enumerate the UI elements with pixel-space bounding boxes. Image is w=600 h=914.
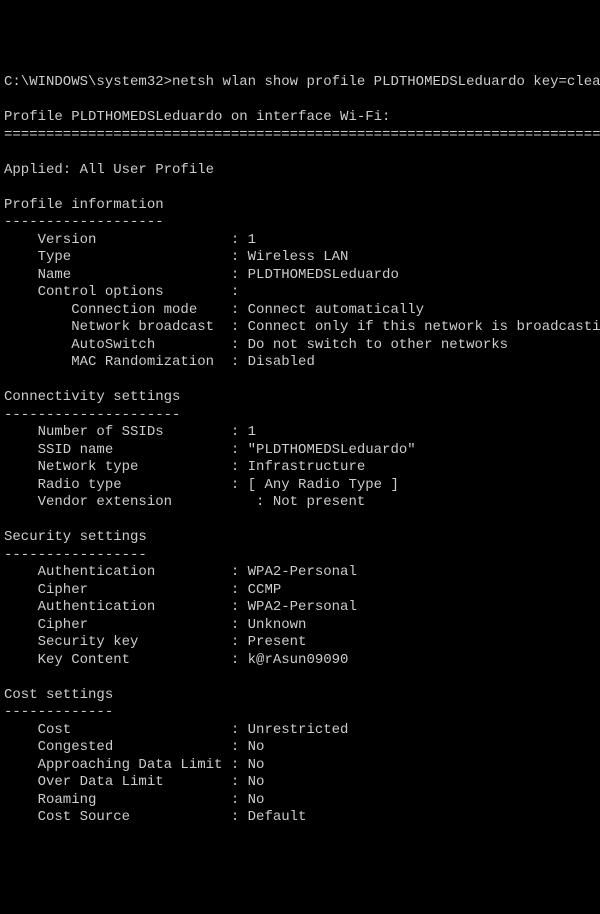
output-line: Security key : Present <box>4 634 306 650</box>
output-line: Authentication : WPA2-Personal <box>4 599 357 615</box>
output-line: Control options : <box>4 284 239 300</box>
prompt-path: C:\WINDOWS\system32> <box>4 74 172 90</box>
output-line: MAC Randomization : Disabled <box>4 354 315 370</box>
profile-header-line: Profile PLDTHOMEDSLeduardo on interface … <box>4 109 390 125</box>
output-line: SSID name : "PLDTHOMEDSLeduardo" <box>4 442 416 458</box>
section-dash: ----------------- <box>4 547 147 563</box>
output-line: Radio type : [ Any Radio Type ] <box>4 477 399 493</box>
output-line: Network broadcast : Connect only if this… <box>4 319 600 335</box>
output-line: Over Data Limit : No <box>4 774 264 790</box>
section-dash: ------------- <box>4 704 113 720</box>
output-line: Cipher : Unknown <box>4 617 306 633</box>
output-line: Name : PLDTHOMEDSLeduardo <box>4 267 399 283</box>
output-line: Cipher : CCMP <box>4 582 281 598</box>
section-dash: --------------------- <box>4 407 180 423</box>
output-line: Vendor extension : Not present <box>4 494 365 510</box>
section-header: Connectivity settings <box>4 389 180 405</box>
command-text: netsh wlan show profile PLDTHOMEDSLeduar… <box>172 74 600 90</box>
section-dash: ------------------- <box>4 214 164 230</box>
output-line: Cost : Unrestricted <box>4 722 348 738</box>
output-line: Cost Source : Default <box>4 809 306 825</box>
output-line: Network type : Infrastructure <box>4 459 365 475</box>
output-line: Congested : No <box>4 739 264 755</box>
output-line: Approaching Data Limit : No <box>4 757 264 773</box>
terminal-output: C:\WINDOWS\system32>netsh wlan show prof… <box>4 74 596 827</box>
output-line: Version : 1 <box>4 232 256 248</box>
output-line: AutoSwitch : Do not switch to other netw… <box>4 337 508 353</box>
divider-line: ========================================… <box>4 127 600 143</box>
output-line: Connection mode : Connect automatically <box>4 302 424 318</box>
output-line: Roaming : No <box>4 792 264 808</box>
output-line: Key Content : k@rAsun09090 <box>4 652 348 668</box>
output-line: Authentication : WPA2-Personal <box>4 564 357 580</box>
section-header: Security settings <box>4 529 147 545</box>
section-header: Cost settings <box>4 687 113 703</box>
applied-line: Applied: All User Profile <box>4 162 214 178</box>
output-line: Type : Wireless LAN <box>4 249 348 265</box>
section-header: Profile information <box>4 197 164 213</box>
output-line: Number of SSIDs : 1 <box>4 424 256 440</box>
